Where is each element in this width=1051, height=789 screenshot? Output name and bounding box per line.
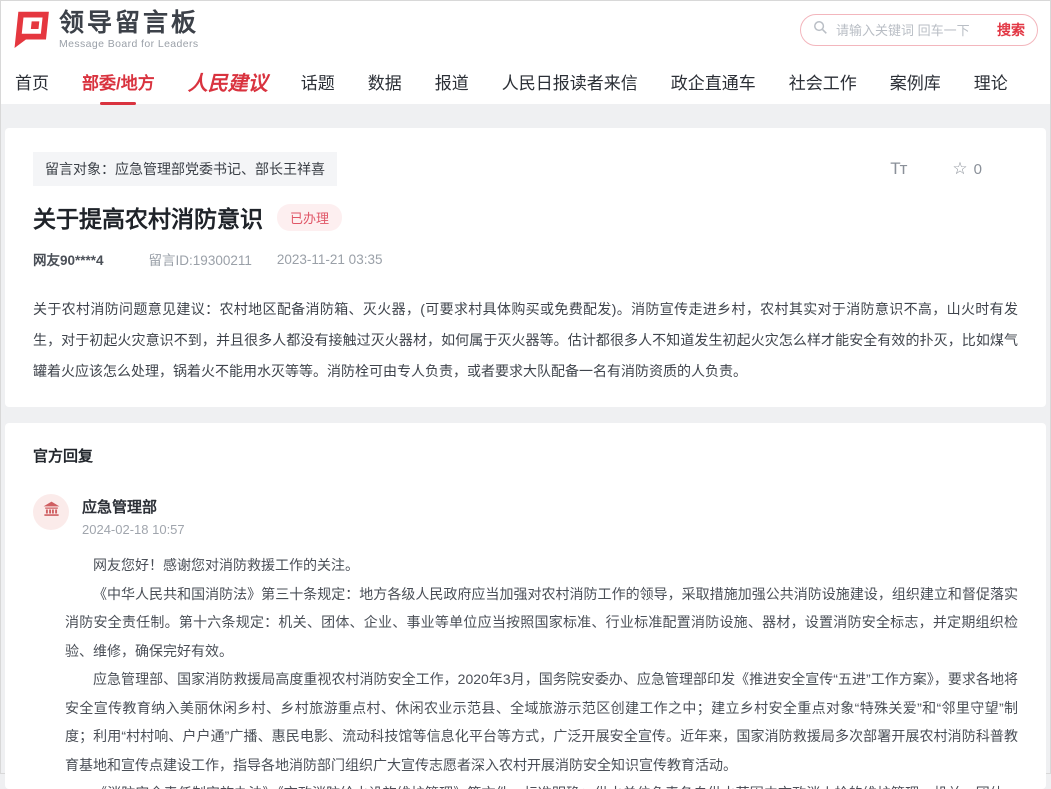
nav-item-people-suggestions-logo[interactable]: 人民建议 — [188, 67, 268, 96]
nav-item-data[interactable]: 数据 — [368, 69, 402, 94]
search-button[interactable]: 搜索 — [997, 20, 1025, 40]
message-title: 关于提高农村消防意识 — [33, 200, 263, 234]
nav-item-gov-enterprise[interactable]: 政企直通车 — [671, 69, 756, 94]
nav-item-ministries-regions[interactable]: 部委/地方 — [82, 69, 155, 94]
search-icon — [813, 20, 828, 40]
main-nav: 首页 部委/地方 人民建议 话题 数据 报道 人民日报读者来信 政企直通车 社会… — [1, 59, 1050, 104]
message-target-tag: 留言对象：应急管理部党委书记、部长王祥喜 — [33, 152, 337, 186]
official-reply-card: 官方回复 应急管理部 2024-02-18 10:57 网友您好！感谢您对消防救… — [5, 423, 1046, 789]
message-author: 网友90****4 — [33, 249, 104, 269]
nav-item-social-work[interactable]: 社会工作 — [789, 69, 857, 94]
nav-item-topics[interactable]: 话题 — [301, 69, 335, 94]
nav-item-home[interactable]: 首页 — [15, 69, 49, 94]
reply-agency-name: 应急管理部 — [82, 494, 185, 517]
message-body: 关于农村消防问题意见建议：农村地区配备消防箱、灭火器，(可要求村具体购买或免费配… — [33, 294, 1018, 387]
logo-subtitle: Message Board for Leaders — [59, 38, 199, 50]
top-header: 领导留言板 Message Board for Leaders 搜索 — [1, 1, 1050, 59]
message-card: 留言对象：应急管理部党委书记、部长王祥喜 Tт ☆ 0 关于提高农村消防意识 已… — [5, 128, 1046, 407]
message-datetime: 2023-11-21 03:35 — [277, 252, 383, 267]
logo-speech-bubble-icon — [9, 7, 51, 54]
nav-item-reports[interactable]: 报道 — [435, 69, 469, 94]
star-icon: ☆ — [952, 159, 967, 179]
star-count: 0 — [974, 161, 982, 178]
reply-datetime: 2024-02-18 10:57 — [82, 522, 185, 537]
page: { "header": { "logo_title": "领导留言板", "lo… — [0, 0, 1051, 774]
search-input[interactable] — [836, 23, 989, 38]
site-logo[interactable]: 领导留言板 Message Board for Leaders — [9, 7, 199, 54]
nav-item-theory[interactable]: 理论 — [974, 69, 1008, 94]
search-box[interactable]: 搜索 — [800, 14, 1038, 46]
reply-paragraph: 《消防安全责任制实施办法》《市政消防给水设施维护管理》等文件、标准明确：供水单位… — [65, 779, 1018, 789]
reply-paragraph: 网友您好！感谢您对消防救援工作的关注。 — [65, 551, 1018, 580]
avatar — [33, 494, 69, 530]
status-badge: 已办理 — [277, 204, 342, 231]
font-size-toggle-icon[interactable]: Tт — [890, 159, 906, 179]
nav-item-case-library[interactable]: 案例库 — [890, 69, 941, 94]
reply-section-title: 官方回复 — [33, 445, 1018, 466]
message-id: 留言ID:19300211 — [149, 249, 252, 269]
favorite-control[interactable]: ☆ 0 — [952, 159, 982, 179]
reply-paragraph: 《中华人民共和国消防法》第三十条规定：地方各级人民政府应当加强对农村消防工作的领… — [65, 580, 1018, 666]
logo-title: 领导留言板 — [59, 10, 199, 38]
reply-body: 网友您好！感谢您对消防救援工作的关注。 《中华人民共和国消防法》第三十条规定：地… — [65, 551, 1018, 789]
government-building-icon — [42, 500, 61, 524]
nav-item-reader-letters[interactable]: 人民日报读者来信 — [502, 69, 638, 94]
reply-paragraph: 应急管理部、国家消防救援局高度重视农村消防安全工作，2020年3月，国务院安委办… — [65, 665, 1018, 779]
